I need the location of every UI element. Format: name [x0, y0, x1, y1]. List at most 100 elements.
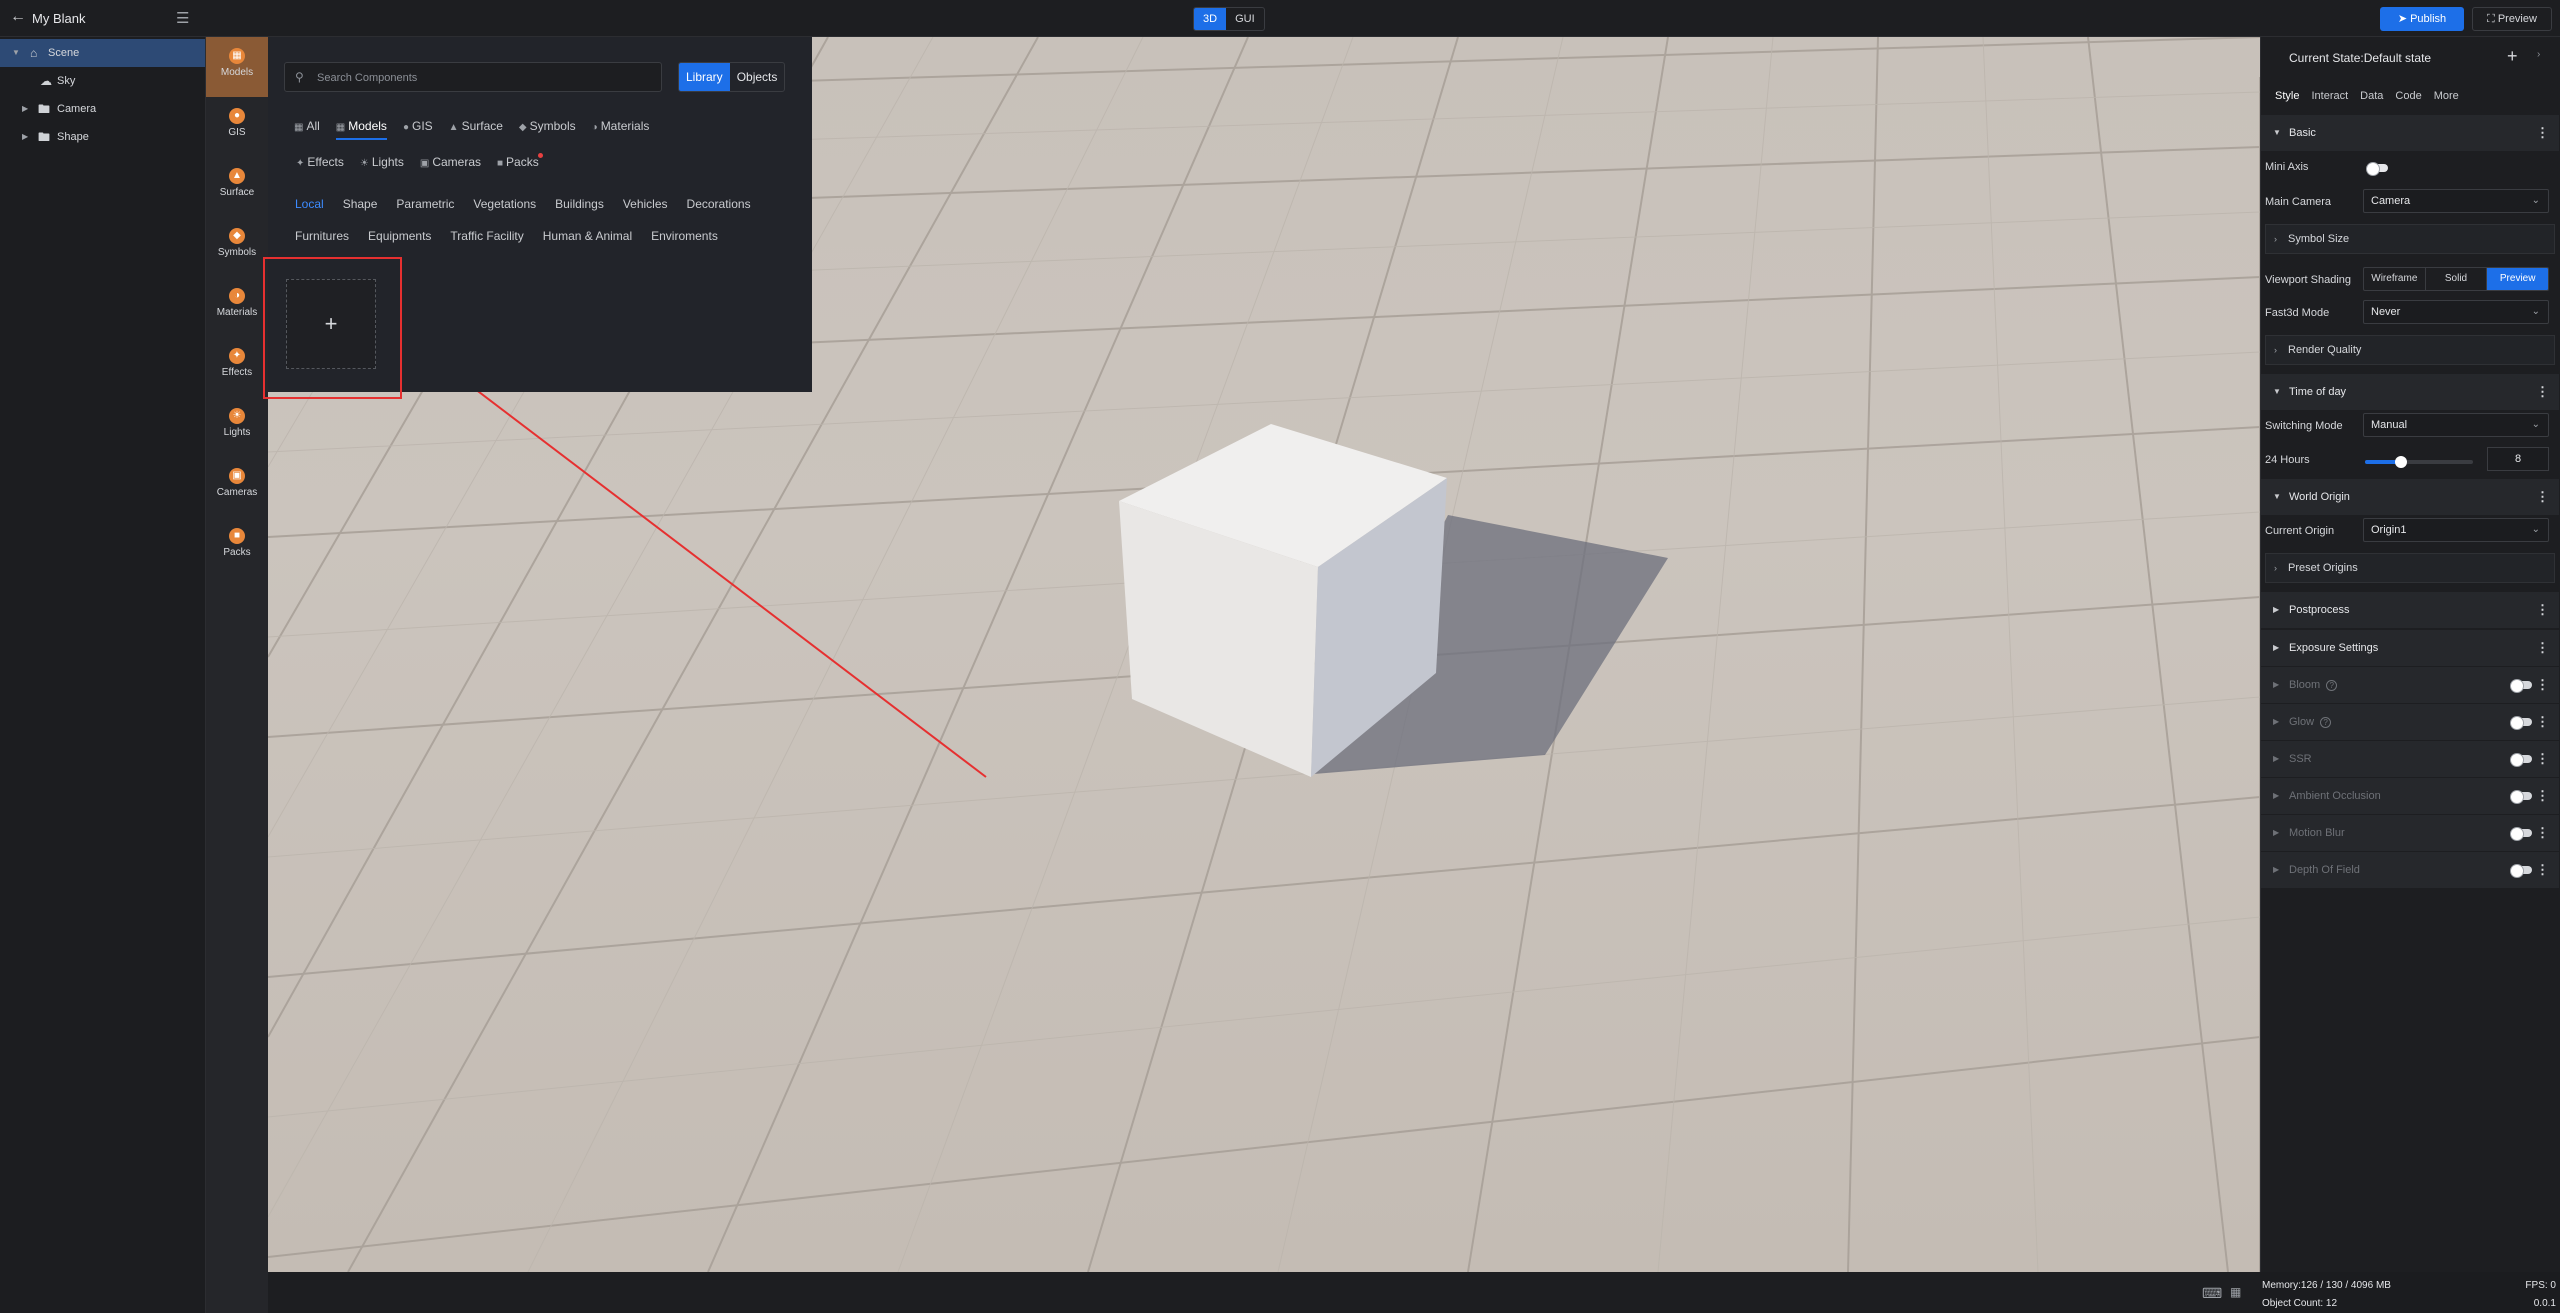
collapse-arrow-icon[interactable]: ▶ [22, 123, 28, 151]
section-postprocess[interactable]: ▶ Postprocess ⋮ [2261, 592, 2559, 628]
ssr-toggle[interactable] [2510, 753, 2532, 767]
subcategory-decorations[interactable]: Decorations [687, 197, 751, 211]
hours-number-input[interactable]: 8 [2487, 447, 2549, 471]
section-exposure-settings[interactable]: ▶ Exposure Settings ⋮ [2261, 630, 2559, 666]
objects-button[interactable]: Objects [730, 63, 785, 91]
category-effects[interactable]: ✦ Effects [206, 337, 268, 397]
category-models[interactable]: ▦ Models [206, 37, 268, 97]
tab-code[interactable]: Code [2395, 90, 2421, 102]
section-world-origin[interactable]: ▼ World Origin ⋮ [2261, 479, 2559, 515]
tab-cameras[interactable]: ▣ Cameras [420, 151, 481, 173]
library-button[interactable]: Library [679, 63, 730, 91]
more-options-icon[interactable]: ⋮ [2536, 630, 2549, 666]
depth-of-field-toggle[interactable] [2510, 864, 2532, 878]
more-options-icon[interactable]: ⋮ [2536, 815, 2549, 851]
section-motion-blur[interactable]: ▶ Motion Blur ⋮ [2261, 815, 2559, 851]
category-gis[interactable]: ● GIS [206, 97, 268, 157]
subcategory-vegetations[interactable]: Vegetations [473, 197, 536, 211]
subcategory-parametric[interactable]: Parametric [396, 197, 454, 211]
preview-button[interactable]: ⛶ Preview [2472, 7, 2552, 31]
tab-packs[interactable]: ■ Packs [497, 151, 543, 173]
tab-symbols[interactable]: ◆ Symbols [519, 115, 576, 137]
more-options-icon[interactable]: ⋮ [2536, 852, 2549, 888]
subcategory-buildings[interactable]: Buildings [555, 197, 604, 211]
tree-item-sky[interactable]: ☁ Sky [0, 67, 205, 95]
category-packs[interactable]: ■ Packs [206, 517, 268, 577]
subcategory-shape[interactable]: Shape [343, 197, 378, 211]
more-options-icon[interactable]: ⋮ [2536, 374, 2549, 410]
subcategory-traffic-facility[interactable]: Traffic Facility [450, 229, 523, 243]
mini-axis-toggle[interactable] [2366, 162, 2388, 176]
section-symbol-size[interactable]: › Symbol Size [2265, 224, 2555, 254]
shading-solid-button[interactable]: Solid [2426, 268, 2488, 290]
subcategory-vehicles[interactable]: Vehicles [623, 197, 668, 211]
subcategory-local[interactable]: Local [295, 197, 324, 211]
tab-materials[interactable]: ◑ Materials [592, 115, 650, 137]
more-options-icon[interactable]: ⋮ [2536, 741, 2549, 777]
tab-all[interactable]: ▦ All [294, 115, 320, 137]
terminal-icon[interactable]: ▦ [2230, 1285, 2241, 1299]
section-ssr[interactable]: ▶ SSR ⋮ [2261, 741, 2559, 777]
shading-preview-button[interactable]: Preview [2487, 268, 2548, 290]
current-origin-select[interactable]: Origin1 ⌄ [2363, 518, 2549, 542]
more-options-icon[interactable]: ⋮ [2536, 667, 2549, 703]
more-options-icon[interactable]: ⋮ [2536, 479, 2549, 515]
category-symbols[interactable]: ◆ Symbols [206, 217, 268, 277]
shading-wireframe-button[interactable]: Wireframe [2364, 268, 2426, 290]
tree-item-camera[interactable]: ▶ 🖿 Camera [0, 95, 205, 123]
tab-interact[interactable]: Interact [2311, 90, 2348, 102]
section-ambient-occlusion[interactable]: ▶ Ambient Occlusion ⋮ [2261, 778, 2559, 814]
back-arrow-icon[interactable]: ← [10, 8, 26, 26]
motion-blur-toggle[interactable] [2510, 827, 2532, 841]
more-options-icon[interactable]: ⋮ [2536, 115, 2549, 151]
ambient-occlusion-toggle[interactable] [2510, 790, 2532, 804]
slider-handle[interactable] [2394, 456, 2407, 468]
main-camera-select[interactable]: Camera ⌄ [2363, 189, 2549, 213]
category-cameras[interactable]: ▣ Cameras [206, 457, 268, 517]
mode-gui-button[interactable]: GUI [1226, 8, 1264, 30]
tab-gis[interactable]: ● GIS [403, 115, 433, 137]
tab-lights[interactable]: ☀ Lights [360, 151, 404, 173]
chevron-right-icon[interactable]: › [2537, 49, 2540, 60]
category-materials[interactable]: ◑ Materials [206, 277, 268, 337]
section-bloom[interactable]: ▶ Bloom? ⋮ [2261, 667, 2559, 703]
publish-button[interactable]: ➤ Publish [2380, 7, 2464, 31]
help-icon[interactable]: ? [2320, 717, 2332, 728]
hamburger-menu-icon[interactable]: ☰ [176, 9, 189, 27]
section-render-quality[interactable]: › Render Quality [2265, 335, 2555, 365]
subcategory-human-animal[interactable]: Human & Animal [543, 229, 632, 243]
help-icon[interactable]: ? [2326, 680, 2338, 691]
bloom-toggle[interactable] [2510, 679, 2532, 693]
tree-item-scene[interactable]: ▼ ⌂ Scene [0, 39, 205, 67]
section-basic[interactable]: ▼ Basic ⋮ [2261, 115, 2559, 151]
hours-slider[interactable] [2365, 456, 2473, 468]
section-glow[interactable]: ▶ Glow? ⋮ [2261, 704, 2559, 740]
keyboard-icon[interactable]: ⌨ [2202, 1285, 2222, 1302]
subcategory-furnitures[interactable]: Furnitures [295, 229, 349, 243]
tab-data[interactable]: Data [2360, 90, 2383, 102]
section-depth-of-field[interactable]: ▶ Depth Of Field ⋮ [2261, 852, 2559, 888]
subcategory-enviroments[interactable]: Enviroments [651, 229, 718, 243]
tab-style[interactable]: Style [2275, 90, 2299, 102]
category-lights[interactable]: ☀ Lights [206, 397, 268, 457]
tab-surface[interactable]: ▲ Surface [449, 115, 503, 137]
tab-effects[interactable]: ✦ Effects [296, 151, 344, 173]
tab-models[interactable]: ▦ Models [335, 115, 388, 140]
more-options-icon[interactable]: ⋮ [2536, 704, 2549, 740]
section-time-of-day[interactable]: ▼ Time of day ⋮ [2261, 374, 2559, 410]
more-options-icon[interactable]: ⋮ [2536, 778, 2549, 814]
section-preset-origins[interactable]: › Preset Origins [2265, 553, 2555, 583]
tab-more[interactable]: More [2434, 90, 2459, 102]
search-input[interactable] [317, 69, 647, 87]
glow-toggle[interactable] [2510, 716, 2532, 730]
mode-3d-button[interactable]: 3D [1194, 8, 1227, 30]
search-components-field[interactable]: ⚲ [284, 62, 662, 92]
category-surface[interactable]: ▲ Surface [206, 157, 268, 217]
more-options-icon[interactable]: ⋮ [2536, 592, 2549, 628]
switching-mode-select[interactable]: Manual ⌄ [2363, 413, 2549, 437]
fast3d-mode-select[interactable]: Never ⌄ [2363, 300, 2549, 324]
subcategory-equipments[interactable]: Equipments [368, 229, 431, 243]
expand-arrow-icon[interactable]: ▼ [12, 39, 20, 67]
add-state-icon[interactable]: + [2507, 46, 2518, 67]
collapse-arrow-icon[interactable]: ▶ [22, 95, 28, 123]
